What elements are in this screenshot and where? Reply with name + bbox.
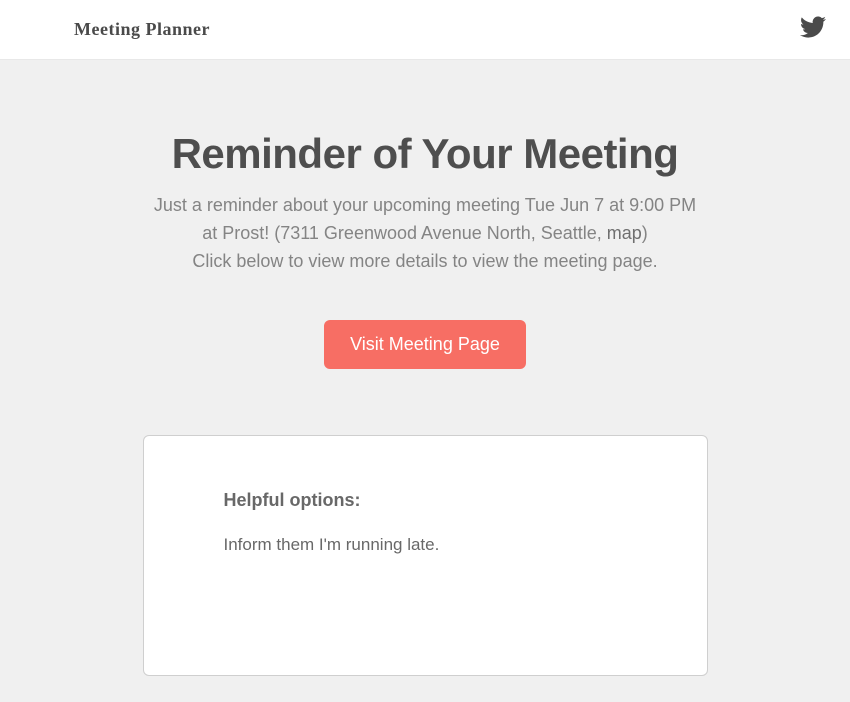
map-link[interactable]: map	[607, 223, 642, 243]
twitter-icon[interactable]	[800, 14, 826, 45]
reminder-subtitle: Just a reminder about your upcoming meet…	[145, 192, 705, 276]
main-content: Reminder of Your Meeting Just a reminder…	[0, 60, 850, 702]
options-card: Helpful options: Inform them I'm running…	[143, 435, 708, 676]
page-title: Reminder of Your Meeting	[0, 130, 850, 178]
subtitle-text-2: Click below to view more details to view…	[192, 251, 657, 271]
brand-logo[interactable]: Meeting Planner	[74, 19, 210, 40]
option-running-late[interactable]: Inform them I'm running late.	[224, 535, 627, 555]
subtitle-text-1-end: )	[642, 223, 648, 243]
header: Meeting Planner	[0, 0, 850, 60]
options-heading: Helpful options:	[224, 490, 627, 511]
visit-meeting-button[interactable]: Visit Meeting Page	[324, 320, 526, 369]
